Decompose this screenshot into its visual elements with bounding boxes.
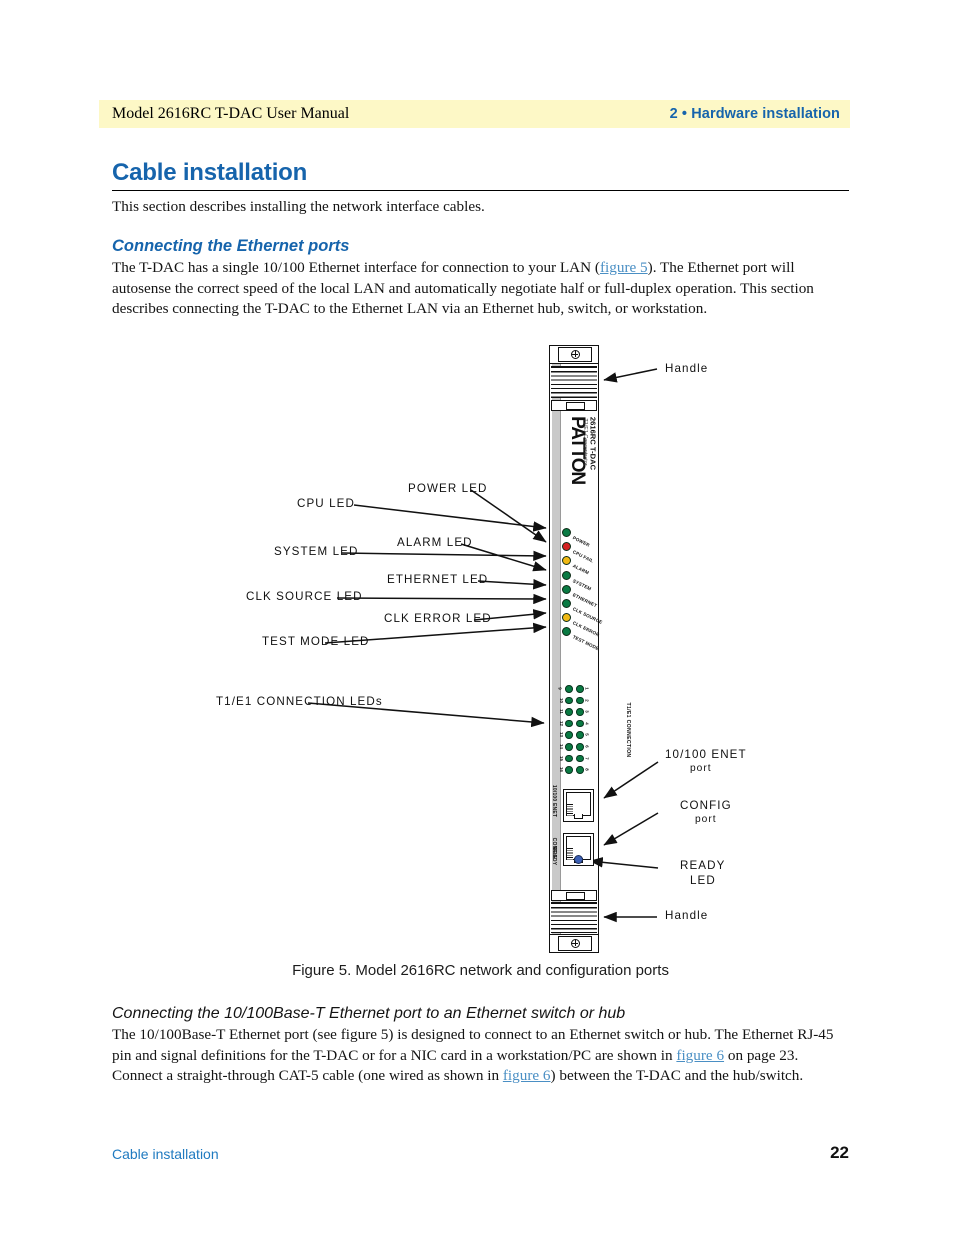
page-title-block: Cable installation	[112, 159, 849, 187]
callout-cpu-led: CPU LED	[297, 497, 355, 510]
figure-6-xref-link-2[interactable]: figure 6	[503, 1067, 551, 1084]
figure-5-caption: Figure 5. Model 2616RC network and confi…	[292, 962, 669, 979]
t1e1-led-number-6: 6	[584, 745, 590, 748]
callout-t1e1-leds: T1/E1 CONNECTION LEDs	[216, 695, 383, 708]
t1e1-led-9	[565, 685, 573, 693]
ethernet-paragraph-part1: The T-DAC has a single 10/100 Ethernet i…	[112, 259, 600, 276]
t1e1-led-14	[565, 743, 573, 751]
footer-page-number: 22	[830, 1143, 849, 1162]
brand-subtitle: T1/E1 Concentrator	[582, 418, 588, 466]
ethernet-section-heading: Connecting the Ethernet ports	[112, 237, 350, 255]
t1e1-led-number-16: 16	[558, 767, 564, 773]
callout-config-port-sub: port	[695, 814, 717, 825]
bottom-screw-icon	[571, 939, 580, 948]
header-chapter-label: 2 • Hardware installation	[669, 106, 840, 122]
t1e1-led-number-10: 10	[558, 697, 564, 703]
t1e1-led-15	[565, 754, 573, 763]
t1e1-led-13	[565, 731, 573, 739]
callout-system-led: SYSTEM LED	[274, 545, 359, 558]
baset-section-heading: Connecting the 10/100Base-T Ethernet por…	[112, 1005, 626, 1022]
intro-paragraph-block: This section describes installing the ne…	[112, 197, 849, 218]
t1e1-led-2	[576, 696, 584, 705]
t1e1-led-number-15: 15	[558, 755, 564, 761]
status-led-system	[562, 570, 571, 580]
brand-model: 2616RC T-DAC	[588, 416, 598, 471]
callout-power-led: POWER LED	[408, 482, 488, 495]
callout-enet-port-sub: port	[690, 763, 712, 774]
t1e1-led-7	[576, 754, 584, 763]
ethernet-section-paragraph: The T-DAC has a single 10/100 Ethernet i…	[112, 258, 849, 320]
callout-handle-bottom: Handle	[665, 909, 709, 922]
footer-section-name: Cable installation	[112, 1146, 219, 1162]
callout-test-mode-led: TEST MODE LED	[262, 635, 370, 648]
header-manual-title: Model 2616RC T-DAC User Manual	[112, 105, 350, 122]
t1e1-led-number-8: 8	[584, 768, 590, 771]
figure-5-illustration: PATTON 2616RC T-DAC T1/E1 Concentrator P…	[112, 340, 849, 955]
baset-section-paragraph-block: The 10/100Base-T Ethernet port (see figu…	[112, 1025, 849, 1087]
device-faceplate: PATTON 2616RC T-DAC T1/E1 Concentrator P…	[549, 345, 631, 953]
t1e1-led-4	[576, 719, 584, 728]
t1e1-led-number-4: 4	[584, 722, 590, 725]
top-handle-ribs	[551, 366, 597, 398]
status-led-clk-source	[562, 599, 571, 608]
t1e1-led-number-7: 7	[584, 756, 590, 760]
baset-paragraph-part3: ) between the T-DAC and the hub/switch.	[550, 1067, 804, 1084]
status-led-ethernet	[562, 584, 571, 594]
t1e1-led-16	[565, 766, 573, 774]
callout-ready-led-sub: LED	[690, 874, 716, 887]
t1e1-led-8	[576, 766, 584, 774]
bottom-screw-plate	[549, 934, 599, 953]
t1e1-led-number-11: 11	[558, 709, 564, 715]
top-screw-icon	[571, 350, 580, 359]
t1e1-led-number-13: 13	[558, 732, 564, 738]
title-rule	[112, 190, 849, 191]
t1e1-led-11	[565, 708, 573, 716]
ready-led-panel-label: READY	[551, 846, 557, 866]
t1e1-led-12	[565, 719, 573, 728]
bottom-handle-ribs	[551, 902, 597, 933]
figure-6-xref-link-1[interactable]: figure 6	[676, 1047, 724, 1064]
callout-clk-error-led: CLK ERROR LED	[384, 612, 492, 625]
callout-ready-led: READY	[680, 859, 726, 872]
t1e1-panel-label: T1/E1 CONNECTION	[625, 702, 631, 758]
baset-section-heading-block: Connecting the 10/100Base-T Ethernet por…	[112, 1005, 849, 1023]
status-led-power	[562, 528, 571, 537]
t1e1-led-number-14: 14	[558, 744, 564, 749]
callout-ethernet-led: ETHERNET LED	[387, 573, 489, 586]
t1e1-led-number-12: 12	[558, 720, 564, 726]
t1e1-led-number-3: 3	[584, 710, 590, 713]
ready-led-indicator	[574, 855, 583, 864]
page-title: Cable installation	[112, 159, 308, 186]
t1e1-led-5	[576, 731, 584, 739]
page-header-bar: Model 2616RC T-DAC User Manual 2 • Hardw…	[99, 100, 850, 128]
callout-clk-source-led: CLK SOURCE LED	[246, 590, 363, 603]
t1e1-led-6	[576, 743, 584, 751]
ethernet-port-jack[interactable]	[563, 789, 594, 822]
callout-alarm-led: ALARM LED	[397, 536, 473, 549]
figure-5-xref-link[interactable]: figure 5	[600, 259, 648, 276]
callout-handle-top: Handle	[665, 362, 709, 375]
baset-section-paragraph: The 10/100Base-T Ethernet port (see figu…	[112, 1025, 849, 1087]
callout-config-port: CONFIG	[680, 799, 732, 812]
brand-block: PATTON 2616RC T-DAC T1/E1 Concentrator	[561, 407, 598, 505]
t1e1-led-3	[576, 708, 584, 716]
t1e1-led-number-2: 2	[584, 698, 590, 702]
t1e1-led-number-1: 1	[584, 687, 590, 690]
bottom-notch-bar	[551, 890, 597, 901]
t1e1-connection-led-grid: T1/E1 CONNECTION 9 1 10 2 11 3 12 4 13 5 14 6 15 7 16 8	[557, 683, 631, 779]
figure-leader-lines	[307, 368, 659, 923]
intro-paragraph: This section describes installing the ne…	[112, 198, 485, 215]
t1e1-led-number-9: 9	[557, 687, 563, 690]
ethernet-port-panel-label: 10/100 ENET	[551, 784, 557, 818]
t1e1-led-number-5: 5	[584, 733, 590, 737]
t1e1-led-10	[565, 696, 573, 705]
ethernet-section-heading-block: Connecting the Ethernet ports	[112, 237, 849, 256]
ethernet-section-paragraph-block: The T-DAC has a single 10/100 Ethernet i…	[112, 258, 849, 320]
t1e1-led-1	[576, 685, 584, 693]
top-screw-plate	[549, 345, 599, 364]
callout-enet-port: 10/100 ENET	[665, 748, 747, 761]
